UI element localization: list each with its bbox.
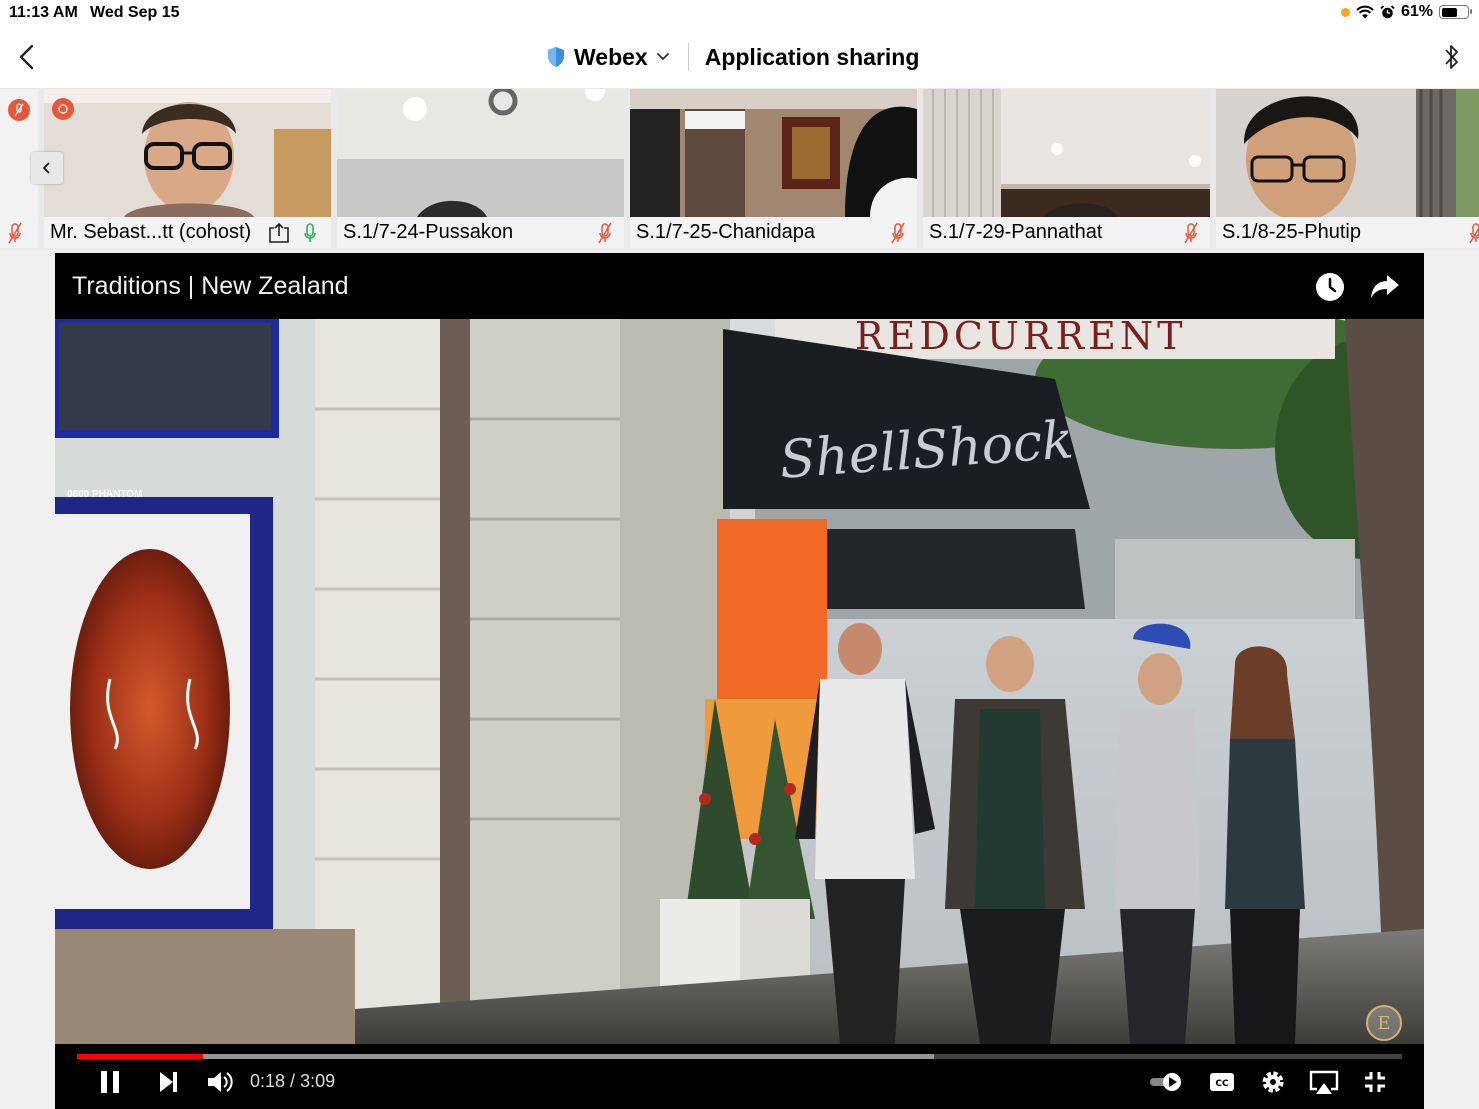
chevron-left-icon	[42, 162, 50, 174]
participant-video	[1216, 89, 1479, 217]
participant-video-host	[44, 89, 331, 217]
time-total: 3:09	[300, 1071, 336, 1091]
participant-tile[interactable]: S.1/7-29-Pannathat	[923, 89, 1210, 248]
progress-played	[77, 1054, 203, 1059]
alarm-icon	[1380, 4, 1395, 18]
status-right: 61%	[1340, 3, 1472, 21]
scene-sign-text: 0800 PHANTOM	[67, 489, 142, 500]
participant-video	[923, 89, 1210, 217]
participant-tile-host[interactable]: Mr. Sebast...tt (cohost)	[44, 89, 331, 248]
participant-name: S.1/7-24-Pussakon	[343, 221, 514, 243]
progress-bar[interactable]	[77, 1054, 1402, 1059]
recording-badge-icon	[52, 98, 74, 120]
participant-namebar: S.1/7-25-Chanidapa	[630, 217, 917, 248]
watch-later-clock-icon[interactable]	[1314, 271, 1346, 303]
status-bar: 11:13 AM Wed Sep 15 61%	[0, 0, 1479, 28]
video-player[interactable]: Traditions | New Zealand REDCURRENT 0800…	[55, 253, 1424, 1109]
status-date: Wed Sep 15	[90, 4, 180, 21]
mic-in-use-indicator-icon	[1340, 7, 1350, 17]
airplay-icon[interactable]	[1308, 1067, 1340, 1097]
bluetooth-icon[interactable]	[1441, 40, 1463, 74]
nav-divider	[687, 43, 689, 71]
channel-watermark-icon[interactable]: E	[1366, 1005, 1402, 1041]
participant-namebar: S.1/7-24-Pussakon	[337, 217, 624, 248]
participant-name: S.1/8-25-Phutip	[1222, 221, 1361, 243]
participant-namebar: S.1/8-25-Phutip	[1216, 217, 1479, 248]
participant-namebar: S.1/7-29-Pannathat	[923, 217, 1210, 248]
exit-fullscreen-icon[interactable]	[1362, 1067, 1388, 1097]
progress-buffered	[77, 1054, 935, 1059]
page-title: Application sharing	[704, 43, 920, 70]
chevron-down-icon[interactable]	[656, 52, 670, 62]
participant-namebar	[0, 217, 38, 248]
player-controls: 0:18 / 3:09 CC	[55, 1044, 1424, 1109]
player-title-bar: Traditions | New Zealand	[55, 253, 1424, 319]
participant-video	[630, 89, 917, 217]
participant-name: S.1/7-25-Chanidapa	[636, 221, 816, 243]
strip-prev-button[interactable]	[31, 152, 63, 184]
mic-muted-icon	[1184, 222, 1198, 243]
mic-muted-icon	[891, 222, 905, 243]
time-display: 0:18 / 3:09	[250, 1071, 335, 1092]
battery-percent: 61%	[1400, 3, 1433, 20]
participant-tile[interactable]: S.1/7-25-Chanidapa	[630, 89, 917, 248]
share-arrow-icon[interactable]	[1369, 271, 1401, 303]
shield-icon	[548, 47, 564, 67]
time-separator: /	[285, 1071, 301, 1091]
participant-namebar: Mr. Sebast...tt (cohost)	[44, 217, 331, 248]
mic-muted-icon	[8, 222, 22, 243]
nav-title-group: Webex Application sharing	[546, 42, 919, 72]
time-current: 0:18	[250, 1071, 286, 1091]
participant-name: Mr. Sebast...tt (cohost)	[50, 221, 252, 243]
mic-muted-icon	[598, 222, 612, 243]
back-chevron-icon[interactable]	[12, 40, 42, 74]
participant-tile[interactable]: S.1/8-25-Phutip	[1216, 89, 1479, 248]
participant-tile[interactable]: S.1/7-24-Pussakon	[337, 89, 624, 248]
video-title[interactable]: Traditions | New Zealand	[72, 272, 349, 301]
battery-icon	[1439, 5, 1472, 19]
captions-icon[interactable]: CC	[1208, 1067, 1236, 1097]
nav-bar: Webex Application sharing	[0, 28, 1479, 86]
scene-banner-text: REDCURRENT	[855, 319, 1186, 358]
participant-name: S.1/7-29-Pannathat	[929, 221, 1103, 243]
volume-icon[interactable]	[205, 1067, 233, 1097]
mic-muted-icon	[1469, 222, 1479, 243]
settings-gear-icon[interactable]	[1259, 1067, 1287, 1097]
autoplay-toggle-icon[interactable]	[1148, 1067, 1184, 1097]
next-track-icon[interactable]	[155, 1067, 181, 1097]
pause-icon[interactable]	[97, 1067, 123, 1097]
shared-application-area: Traditions | New Zealand REDCURRENT 0800…	[0, 250, 1479, 1109]
svg-text:CC: CC	[1215, 1079, 1229, 1089]
muted-badge-icon	[8, 99, 30, 121]
participant-strip: Mr. Sebast...tt (cohost) S.1/7-24-Pussak…	[0, 88, 1479, 250]
participant-video	[337, 89, 624, 217]
share-screen-icon	[269, 222, 289, 243]
video-frame: REDCURRENT 0800 PHANTOM ShellShock	[55, 319, 1424, 1044]
status-time: 11:13 AM	[9, 4, 78, 21]
wifi-icon	[1356, 5, 1374, 19]
app-switcher-button[interactable]: Webex	[574, 44, 648, 71]
mic-on-icon	[304, 222, 316, 242]
